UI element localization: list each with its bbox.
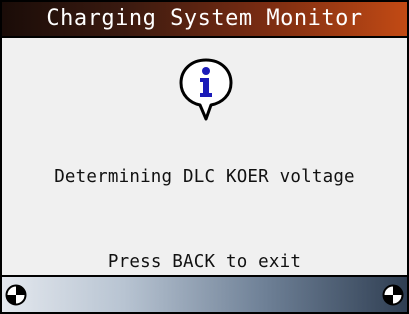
status-bar [2, 277, 407, 312]
exit-hint: Press BACK to exit [107, 252, 302, 272]
page-title: Charging System Monitor [46, 6, 363, 31]
target-icon [382, 284, 404, 306]
title-bar: Charging System Monitor [2, 2, 407, 38]
info-icon [179, 58, 233, 121]
status-message: Determining DLC KOER voltage [54, 167, 355, 187]
screen: Charging System Monitor Determining DLC … [0, 0, 409, 314]
target-icon [5, 284, 27, 306]
